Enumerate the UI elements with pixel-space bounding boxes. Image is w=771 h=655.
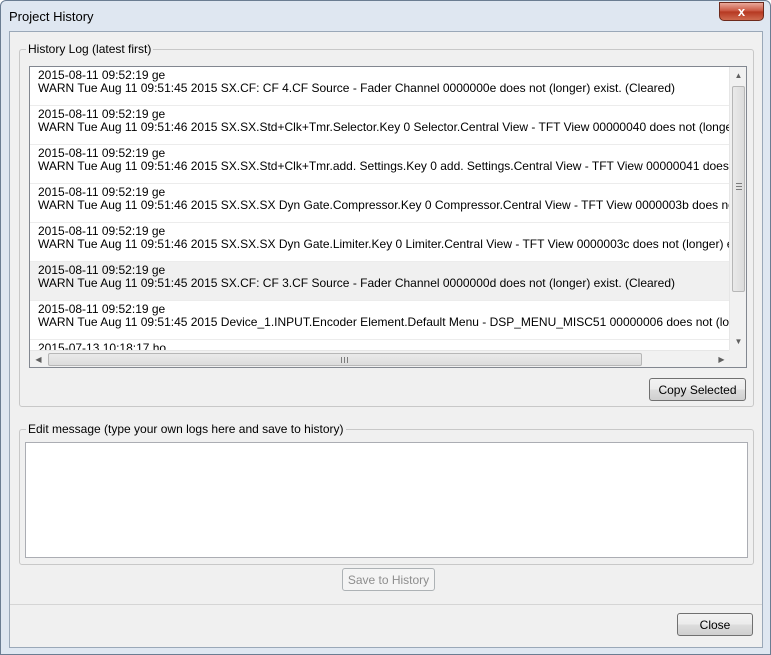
grip-line bbox=[344, 357, 345, 363]
entry-message: WARN Tue Aug 11 09:51:46 2015 SX.SX.Std+… bbox=[38, 120, 730, 134]
copy-selected-button[interactable]: Copy Selected bbox=[649, 378, 746, 401]
entry-message: WARN Tue Aug 11 09:51:46 2015 SX.SX.SX D… bbox=[38, 198, 730, 212]
title-bar[interactable]: Project History x bbox=[1, 1, 770, 31]
entry-message: WARN Tue Aug 11 09:51:45 2015 SX.CF: CF … bbox=[38, 276, 676, 290]
vertical-scroll-thumb[interactable] bbox=[732, 86, 745, 292]
history-log-entry[interactable]: 2015-08-11 09:52:19 ge WARN Tue Aug 11 09… bbox=[30, 184, 730, 223]
scroll-left-arrow-icon[interactable]: ◀ bbox=[30, 351, 47, 367]
project-history-window: Project History x History Log (latest fi… bbox=[0, 0, 771, 655]
grip-line bbox=[736, 189, 742, 190]
history-log-entry[interactable]: 2015-08-11 09:52:19 ge WARN Tue Aug 11 09… bbox=[30, 223, 730, 262]
horizontal-scrollbar[interactable]: ◀ ▶ bbox=[30, 350, 730, 367]
history-log-entry[interactable]: 2015-08-11 09:52:19 ge WARN Tue Aug 11 09… bbox=[30, 145, 730, 184]
entry-message: WARN Tue Aug 11 09:51:46 2015 SX.SX.SX D… bbox=[38, 237, 730, 251]
history-log-entry[interactable]: 2015-07-13 10:18:17 ho bbox=[30, 340, 730, 351]
close-button[interactable]: Close bbox=[677, 613, 753, 636]
edit-message-legend: Edit message (type your own logs here an… bbox=[26, 422, 346, 436]
entry-message: WARN Tue Aug 11 09:51:45 2015 SX.CF: CF … bbox=[38, 81, 676, 95]
scrollbar-corner bbox=[729, 350, 746, 367]
entry-header: 2015-07-13 10:18:17 ho bbox=[38, 341, 167, 351]
grip-line bbox=[341, 357, 342, 363]
history-log-entries: 2015-08-11 09:52:19 ge WARN Tue Aug 11 09… bbox=[30, 67, 730, 350]
history-log-entry[interactable]: 2015-08-11 09:52:19 ge WARN Tue Aug 11 09… bbox=[30, 301, 730, 340]
grip-line bbox=[736, 186, 742, 187]
grip-line bbox=[736, 183, 742, 184]
scroll-up-arrow-icon[interactable]: ▲ bbox=[730, 67, 746, 84]
horizontal-scroll-thumb[interactable] bbox=[48, 353, 642, 366]
entry-message: WARN Tue Aug 11 09:51:46 2015 SX.SX.Std+… bbox=[38, 159, 730, 173]
grip-line bbox=[347, 357, 348, 363]
history-log-list[interactable]: 2015-08-11 09:52:19 ge WARN Tue Aug 11 09… bbox=[29, 66, 747, 368]
entry-message: WARN Tue Aug 11 09:51:45 2015 Device_1.I… bbox=[38, 315, 730, 329]
dialog-client-area: History Log (latest first) 2015-08-11 09… bbox=[9, 31, 763, 648]
close-icon: x bbox=[737, 4, 746, 19]
scroll-down-arrow-icon[interactable]: ▼ bbox=[730, 333, 746, 350]
history-log-entry[interactable]: 2015-08-11 09:52:19 ge WARN Tue Aug 11 09… bbox=[30, 106, 730, 145]
window-close-button[interactable]: x bbox=[719, 2, 764, 21]
scroll-right-arrow-icon[interactable]: ▶ bbox=[713, 351, 730, 367]
edit-message-textarea[interactable] bbox=[25, 442, 748, 558]
footer-divider bbox=[10, 604, 762, 605]
history-log-legend: History Log (latest first) bbox=[26, 42, 154, 56]
save-to-history-button[interactable]: Save to History bbox=[342, 568, 435, 591]
window-title: Project History bbox=[9, 9, 94, 24]
history-log-entry[interactable]: 2015-08-11 09:52:19 ge WARN Tue Aug 11 09… bbox=[30, 262, 730, 301]
history-log-entry[interactable]: 2015-08-11 09:52:19 ge WARN Tue Aug 11 09… bbox=[30, 67, 730, 106]
vertical-scrollbar[interactable]: ▲ ▼ bbox=[729, 67, 746, 350]
